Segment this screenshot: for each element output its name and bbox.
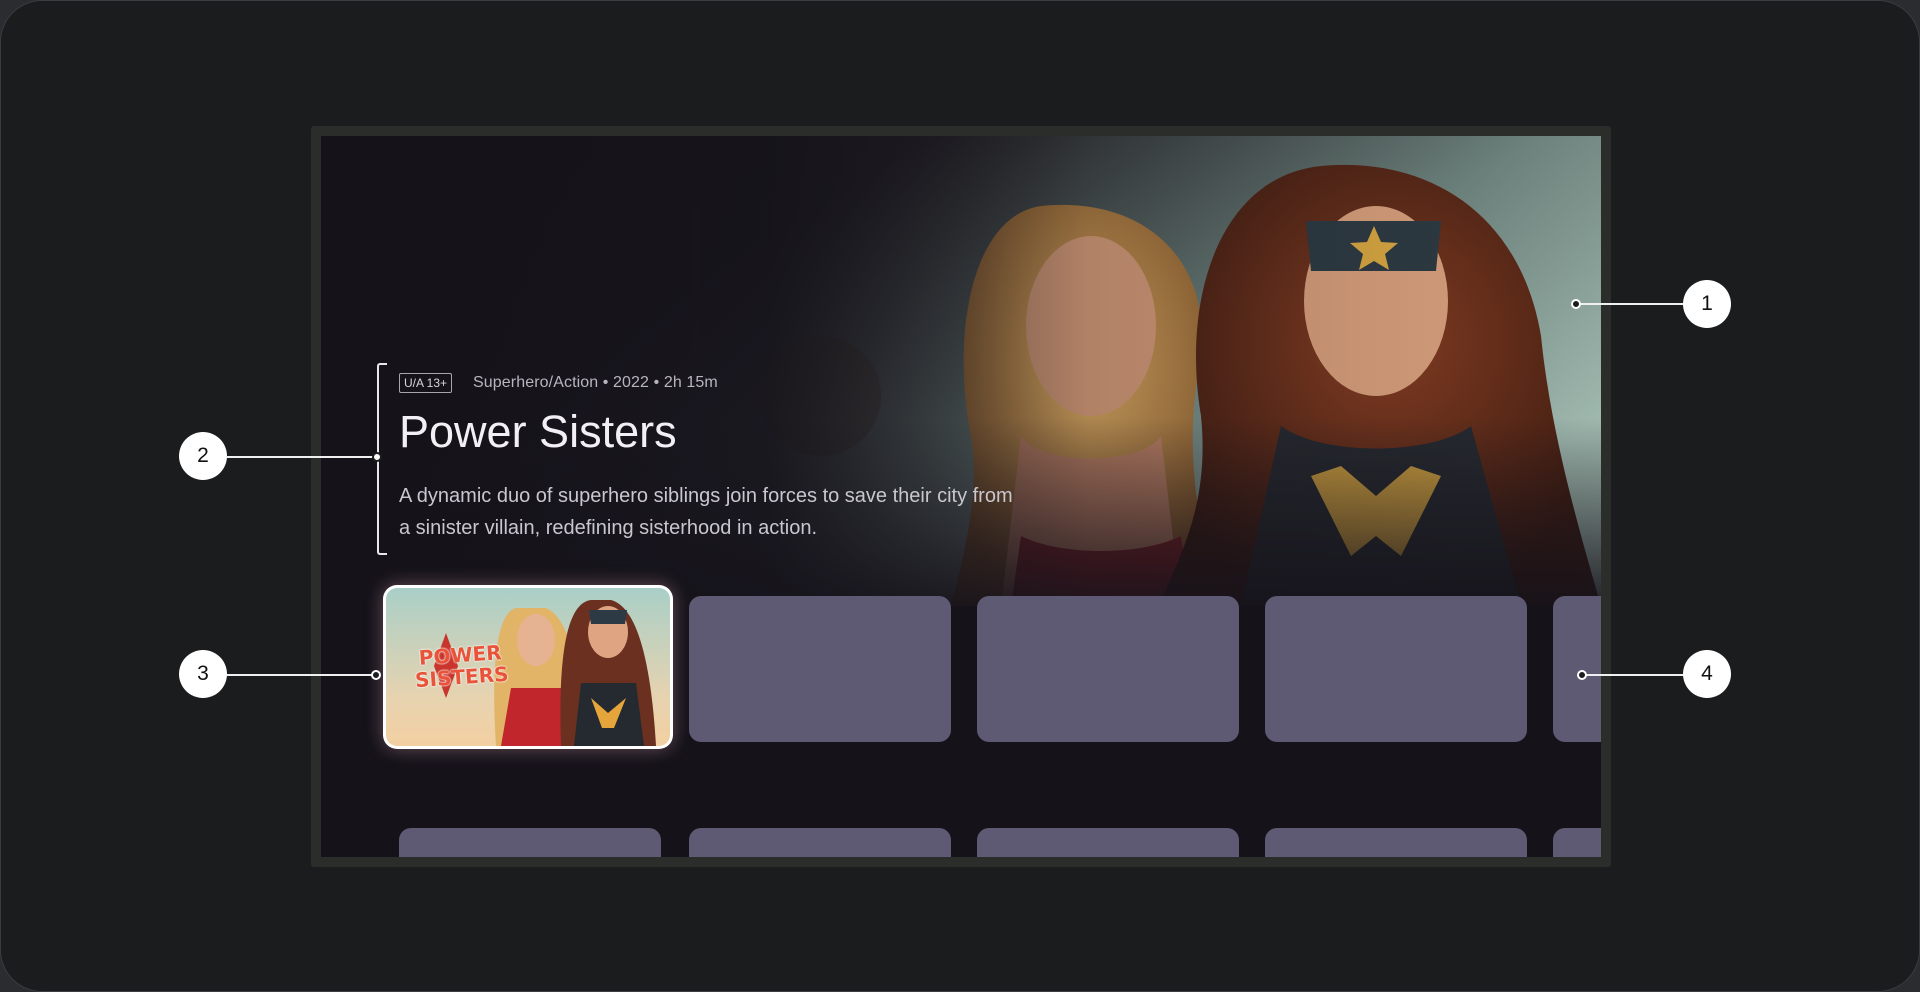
tv-bezel: U/A 13+ Superhero/Action • 2022 • 2h 15m…: [311, 126, 1611, 867]
next-row-card-placeholder[interactable]: [977, 828, 1239, 857]
content-rating-badge: U/A 13+: [399, 373, 453, 393]
callout-4-dot: [1577, 670, 1587, 680]
hero-info-panel: U/A 13+ Superhero/Action • 2022 • 2h 15m…: [399, 372, 1039, 544]
genre-year-duration: Superhero/Action • 2022 • 2h 15m: [473, 374, 718, 391]
next-row-card-placeholder[interactable]: [1553, 828, 1601, 857]
card-title-logo: POWER SISTERS: [405, 640, 518, 692]
next-row-card-placeholder[interactable]: [399, 828, 661, 857]
page-frame: U/A 13+ Superhero/Action • 2022 • 2h 15m…: [0, 0, 1920, 992]
callout-3-badge: 3: [179, 650, 227, 698]
callout-2-dot: [372, 452, 382, 462]
callout-1-dot: [1571, 299, 1581, 309]
next-row-card-placeholder[interactable]: [689, 828, 951, 857]
callout-2-line: [227, 456, 377, 458]
content-card-placeholder[interactable]: [977, 596, 1239, 742]
callout-1-line: [1579, 303, 1687, 305]
content-card-placeholder[interactable]: [689, 596, 951, 742]
content-card-placeholder[interactable]: [1265, 596, 1527, 742]
content-card-placeholder-partial[interactable]: [1553, 596, 1601, 742]
callout-2-badge: 2: [179, 432, 227, 480]
callout-4-line: [1585, 674, 1687, 676]
callout-3-dot: [371, 670, 381, 680]
hero-title: Power Sisters: [399, 406, 677, 457]
next-row-card-placeholder[interactable]: [1265, 828, 1527, 857]
callout-3-line: [227, 674, 375, 676]
hero-meta-row: U/A 13+ Superhero/Action • 2022 • 2h 15m: [399, 372, 1039, 394]
hero-description: A dynamic duo of superhero siblings join…: [399, 485, 1013, 539]
tv-screen: U/A 13+ Superhero/Action • 2022 • 2h 15m…: [321, 136, 1601, 857]
callout-4-badge: 4: [1683, 650, 1731, 698]
callout-1-badge: 1: [1683, 280, 1731, 328]
